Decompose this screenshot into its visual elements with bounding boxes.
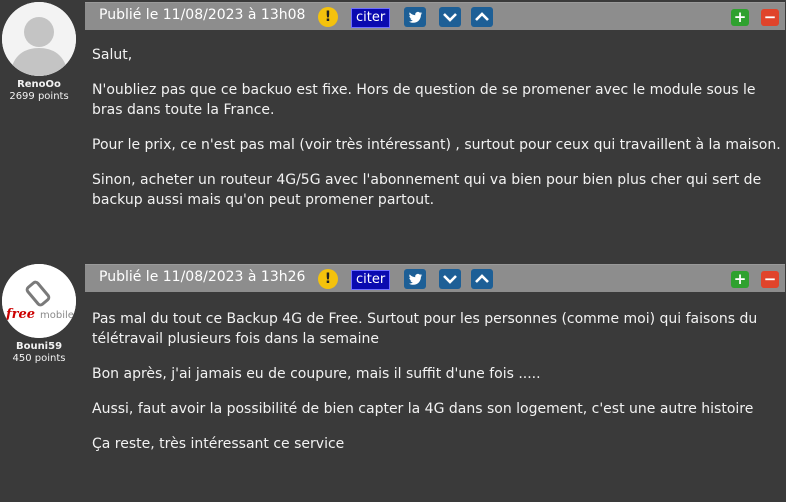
post-header: Publié le 11/08/2023 à 13h08 ! citer + − bbox=[85, 2, 785, 30]
post-paragraph: Aussi, faut avoir la possibilité de bien… bbox=[92, 401, 754, 417]
avatar[interactable] bbox=[2, 2, 76, 76]
downvote-button[interactable]: − bbox=[761, 271, 779, 288]
author-points: 450 points bbox=[12, 353, 66, 364]
quote-button[interactable]: citer bbox=[351, 270, 391, 290]
author-name[interactable]: RenoOo bbox=[0, 79, 78, 91]
author-points: 2699 points bbox=[9, 91, 69, 102]
post-paragraph: Ça reste, très intéressant ce service bbox=[92, 436, 345, 452]
avatar[interactable]: free mobile bbox=[2, 264, 76, 338]
post-body: Salut, N'oubliez pas que ce backuo est f… bbox=[92, 45, 782, 225]
report-warning-icon[interactable]: ! bbox=[318, 269, 338, 289]
chevron-up-icon[interactable] bbox=[471, 7, 493, 27]
post-paragraph: Bon après, j'ai jamais eu de coupure, ma… bbox=[92, 366, 541, 382]
post-header: Publié le 11/08/2023 à 13h26 ! citer + − bbox=[85, 264, 785, 292]
twitter-share-icon[interactable] bbox=[404, 269, 426, 289]
upvote-button[interactable]: + bbox=[731, 9, 749, 26]
quote-button[interactable]: citer bbox=[351, 8, 391, 28]
chevron-down-icon[interactable] bbox=[439, 7, 461, 27]
chevron-up-icon[interactable] bbox=[471, 269, 493, 289]
post-paragraph: Pas mal du tout ce Backup 4G de Free. Su… bbox=[92, 311, 758, 347]
default-avatar-icon bbox=[2, 2, 76, 76]
downvote-button[interactable]: − bbox=[761, 9, 779, 26]
post-date: Publié le 11/08/2023 à 13h08 bbox=[99, 7, 306, 23]
post-author: RenoOo 2699 points bbox=[0, 2, 78, 103]
post-paragraph: Sinon, acheter un routeur 4G/5G avec l'a… bbox=[92, 172, 762, 208]
post-date: Publié le 11/08/2023 à 13h26 bbox=[99, 269, 306, 285]
post-author: free mobile Bouni59 450 points bbox=[0, 264, 78, 365]
free-mobile-logo-icon: free mobile bbox=[2, 264, 76, 338]
post-paragraph: Salut, bbox=[92, 47, 133, 63]
chevron-down-icon[interactable] bbox=[439, 269, 461, 289]
post-paragraph: N'oubliez pas que ce backuo est fixe. Ho… bbox=[92, 82, 756, 118]
post-body: Pas mal du tout ce Backup 4G de Free. Su… bbox=[92, 309, 782, 469]
post-paragraph: Pour le prix, ce n'est pas mal (voir trè… bbox=[92, 137, 781, 153]
svg-text:mobile: mobile bbox=[40, 310, 74, 321]
report-warning-icon[interactable]: ! bbox=[318, 7, 338, 27]
upvote-button[interactable]: + bbox=[731, 271, 749, 288]
twitter-share-icon[interactable] bbox=[404, 7, 426, 27]
author-name[interactable]: Bouni59 bbox=[0, 341, 78, 353]
svg-text:free: free bbox=[5, 307, 35, 322]
